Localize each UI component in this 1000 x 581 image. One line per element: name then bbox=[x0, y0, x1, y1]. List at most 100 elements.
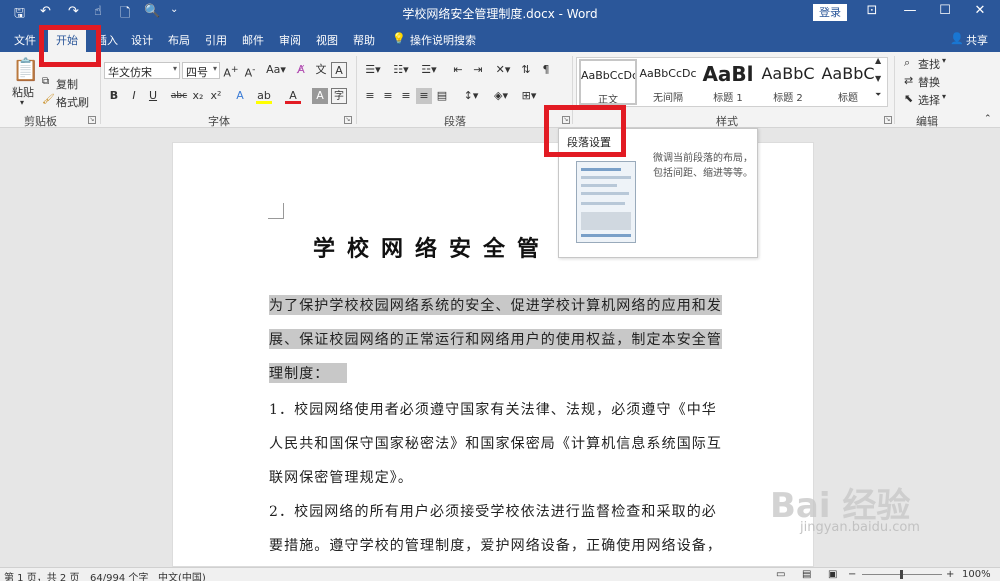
page-count[interactable]: 第 1 页，共 2 页 bbox=[4, 569, 79, 581]
bold-icon[interactable]: B bbox=[106, 88, 122, 104]
clear-formatting-icon[interactable]: A̸ bbox=[293, 62, 309, 78]
share-icon[interactable]: 👤 bbox=[950, 32, 964, 45]
gallery-scroll-up-icon[interactable]: ▲ bbox=[875, 56, 881, 65]
character-shading-icon[interactable]: A bbox=[312, 88, 328, 104]
thumbnail-preview-box bbox=[581, 212, 631, 230]
change-case-icon[interactable]: Aa▾ bbox=[264, 62, 288, 78]
chevron-down-icon: ▾ bbox=[212, 64, 217, 73]
body-line: 理制度： bbox=[269, 363, 347, 383]
distributed-icon[interactable]: ▤ bbox=[434, 88, 450, 104]
multilevel-list-icon[interactable]: ☲▾ bbox=[418, 62, 440, 78]
tab-view[interactable]: 视图 bbox=[316, 32, 338, 48]
strikethrough-icon[interactable]: abc bbox=[170, 88, 188, 104]
minimize-icon[interactable]: — bbox=[900, 3, 920, 18]
style-normal[interactable]: AaBbCcDc 正文 bbox=[579, 59, 637, 105]
clipboard-group-label: 剪贴板 bbox=[24, 115, 57, 128]
zoom-slider-thumb[interactable] bbox=[900, 570, 903, 579]
chevron-down-icon[interactable]: ▾ bbox=[942, 92, 946, 101]
tab-file[interactable]: 文件 bbox=[14, 32, 36, 48]
character-border-icon[interactable]: A bbox=[331, 62, 347, 78]
web-layout-icon[interactable]: ▣ bbox=[828, 569, 837, 580]
style-heading-2[interactable]: AaBbC 标题 2 bbox=[759, 59, 817, 105]
word-count[interactable]: 64/994 个字 bbox=[90, 569, 148, 581]
subscript-icon[interactable]: x₂ bbox=[190, 88, 206, 104]
style-sample: AaBl bbox=[702, 62, 754, 86]
tab-references[interactable]: 引用 bbox=[205, 32, 227, 48]
align-center-icon[interactable]: ≡ bbox=[380, 88, 396, 104]
ribbon: 📋 粘贴 ▾ ⧉ 复制 🖌 格式刷 剪贴板 ↘ 华文仿宋 ▾ 四号 ▾ A+ A- … bbox=[0, 52, 1000, 128]
align-right-icon[interactable]: ≡ bbox=[398, 88, 414, 104]
phonetic-guide-icon[interactable]: 文 bbox=[313, 62, 329, 78]
maximize-icon[interactable]: ☐ bbox=[935, 3, 955, 18]
share-button[interactable]: 共享 bbox=[966, 32, 988, 48]
gallery-scroll-down-icon[interactable]: ▼ bbox=[875, 74, 881, 83]
enclose-characters-icon[interactable]: 字 bbox=[331, 88, 347, 104]
style-heading-1[interactable]: AaBl 标题 1 bbox=[699, 59, 757, 105]
decrease-indent-icon[interactable]: ⇤ bbox=[450, 62, 466, 78]
tab-help[interactable]: 帮助 bbox=[353, 32, 375, 48]
highlight-color-icon[interactable]: ab bbox=[256, 88, 272, 104]
font-color-icon[interactable]: A bbox=[285, 88, 301, 104]
close-icon[interactable]: ✕ bbox=[970, 3, 990, 18]
select-icon: ⬉ bbox=[904, 92, 914, 105]
collapse-ribbon-icon[interactable]: ⌃ bbox=[984, 114, 992, 124]
status-bar: 第 1 页，共 2 页 64/994 个字 中文(中国) ▭ ▤ ▣ − + 1… bbox=[0, 567, 1000, 581]
tooltip-description: 微调当前段落的布局，包括间距、缩进等等。 bbox=[653, 153, 753, 179]
numbering-icon[interactable]: ☷▾ bbox=[390, 62, 412, 78]
replace-button[interactable]: 替换 bbox=[918, 74, 940, 90]
zoom-level[interactable]: 100% bbox=[962, 569, 991, 580]
styles-group-label: 样式 bbox=[716, 115, 738, 128]
copy-button[interactable]: 复制 bbox=[56, 76, 78, 92]
language-indicator[interactable]: 中文(中国) bbox=[158, 569, 206, 581]
line-spacing-icon[interactable]: ↕▾ bbox=[460, 88, 482, 104]
gallery-more-icon[interactable]: ⏷ bbox=[875, 90, 881, 100]
login-button[interactable]: 登录 bbox=[813, 4, 847, 21]
ribbon-display-options-icon[interactable]: ⊡ bbox=[862, 3, 882, 18]
copy-icon: ⧉ bbox=[42, 76, 50, 87]
print-layout-icon[interactable]: ▤ bbox=[802, 569, 811, 580]
chinese-layout-icon[interactable]: ✕▾ bbox=[492, 62, 514, 78]
tab-review[interactable]: 审阅 bbox=[279, 32, 301, 48]
home-tab-highlight bbox=[39, 25, 101, 67]
shading-icon[interactable]: ◈▾ bbox=[490, 88, 512, 104]
bullets-icon[interactable]: ☰▾ bbox=[362, 62, 384, 78]
format-painter-icon: 🖌 bbox=[42, 94, 55, 105]
style-name: 无间隔 bbox=[653, 93, 683, 104]
align-left-icon[interactable]: ≡ bbox=[362, 88, 378, 104]
increase-indent-icon[interactable]: ⇥ bbox=[470, 62, 486, 78]
clipboard-launcher-icon[interactable]: ↘ bbox=[88, 116, 96, 124]
styles-launcher-icon[interactable]: ↘ bbox=[884, 116, 892, 124]
tab-design[interactable]: 设计 bbox=[131, 32, 153, 48]
grow-font-icon[interactable]: A+ bbox=[223, 62, 239, 80]
style-no-spacing[interactable]: AaBbCcDc 无间隔 bbox=[639, 59, 697, 105]
font-size-combo[interactable]: 四号 ▾ bbox=[182, 62, 220, 79]
font-name-combo[interactable]: 华文仿宋 ▾ bbox=[104, 62, 180, 79]
clipboard-icon[interactable]: 📋 bbox=[12, 58, 39, 83]
sort-icon[interactable]: ⇅ bbox=[518, 62, 534, 78]
find-button[interactable]: 查找 bbox=[918, 56, 940, 72]
tab-mailings[interactable]: 邮件 bbox=[242, 32, 264, 48]
read-mode-icon[interactable]: ▭ bbox=[776, 569, 785, 580]
shrink-font-icon[interactable]: A- bbox=[242, 62, 258, 80]
tell-me-search[interactable]: 操作说明搜索 bbox=[410, 32, 476, 48]
justify-icon[interactable]: ≡ bbox=[416, 88, 432, 104]
superscript-icon[interactable]: x² bbox=[208, 88, 224, 104]
ribbon-tabs: 文件 开始 插入 设计 布局 引用 邮件 审阅 视图 帮助 💡 操作说明搜索 👤… bbox=[0, 26, 1000, 52]
font-launcher-icon[interactable]: ↘ bbox=[344, 116, 352, 124]
chevron-down-icon[interactable]: ▾ bbox=[942, 56, 946, 65]
text-effects-icon[interactable]: A bbox=[232, 88, 248, 104]
borders-icon[interactable]: ⊞▾ bbox=[518, 88, 540, 104]
show-formatting-marks-icon[interactable]: ¶ bbox=[538, 62, 554, 78]
underline-icon[interactable]: U bbox=[145, 88, 161, 104]
body-line: 展、保证校园网络的正常运行和网络用户的使用权益，制定本安全管 bbox=[269, 329, 722, 349]
select-button[interactable]: 选择 bbox=[918, 92, 940, 108]
zoom-out-icon[interactable]: − bbox=[848, 569, 856, 580]
zoom-in-icon[interactable]: + bbox=[946, 569, 954, 580]
style-sample: AaBbC bbox=[821, 64, 875, 83]
italic-icon[interactable]: I bbox=[126, 88, 142, 104]
format-painter-button[interactable]: 格式刷 bbox=[56, 94, 89, 110]
tab-layout[interactable]: 布局 bbox=[168, 32, 190, 48]
style-title[interactable]: AaBbC 标题 bbox=[819, 59, 877, 105]
paste-dropdown-icon[interactable]: ▾ bbox=[20, 98, 24, 107]
font-group-label: 字体 bbox=[208, 115, 230, 128]
